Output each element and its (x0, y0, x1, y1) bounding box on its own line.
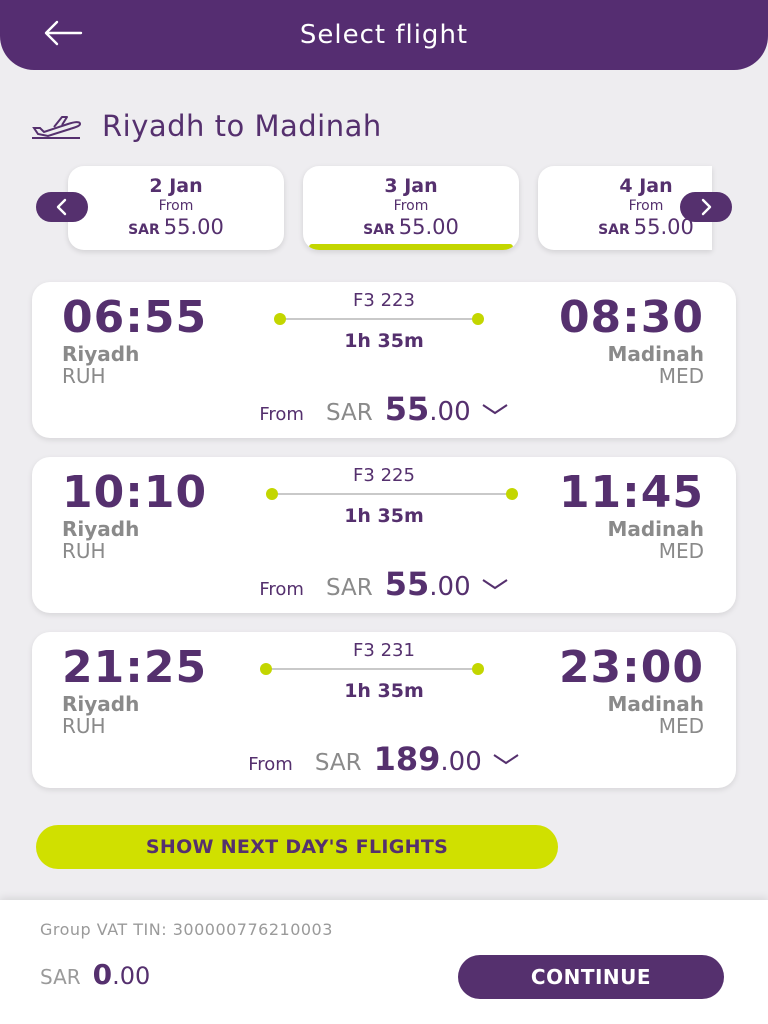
flight-card[interactable]: 10:10 F3 225 1h 35m 11:45 Riyadh RUH Mad… (32, 457, 736, 613)
fare-price[interactable]: From SAR 189 .00 (32, 740, 736, 778)
flight-card[interactable]: 06:55 F3 223 1h 35m 08:30 Riyadh RUH Mad… (32, 282, 736, 438)
date-tab[interactable]: 2 Jan From SAR 55.00 (68, 166, 284, 250)
fare-from-label: From (259, 404, 304, 425)
arrival-city: Madinah (607, 517, 704, 541)
date-tab-price: SAR 55.00 (128, 215, 224, 239)
total-decimals: .00 (112, 962, 151, 990)
arrival-time: 23:00 (558, 642, 704, 693)
chevron-down-icon (493, 754, 519, 765)
departure-city: Riyadh (62, 342, 140, 366)
route-line (272, 668, 472, 670)
route-text: Riyadh to Madinah (102, 109, 382, 143)
chevron-down-icon (482, 579, 508, 590)
arrow-left-icon (44, 20, 83, 46)
date-tab-price: SAR 55.00 (363, 215, 459, 239)
fare-decimals: .00 (440, 747, 482, 777)
departure-code: RUH (62, 364, 106, 388)
departure-code: RUH (62, 539, 106, 563)
route-line (286, 318, 472, 320)
route-start-dot (260, 663, 272, 675)
arrival-city: Madinah (607, 692, 704, 716)
app-header: Select flight (0, 0, 768, 70)
date-tab-date: 2 Jan (149, 175, 203, 197)
fare-amount: 55 (384, 565, 430, 603)
next-date-button[interactable] (680, 192, 732, 222)
arrival-code: MED (658, 364, 704, 388)
date-tab-date: 3 Jan (384, 175, 438, 197)
date-tab-from: From (158, 198, 194, 214)
footer-bar: Group VAT TIN: 300000776210003 SAR 0 .00… (0, 900, 768, 1024)
fare-amount: 189 (373, 740, 441, 778)
route-heading: Riyadh to Madinah (30, 104, 382, 148)
total-currency: SAR (40, 965, 81, 989)
fare-currency: SAR (325, 575, 373, 601)
date-tab-from: From (393, 198, 429, 214)
departure-city: Riyadh (62, 517, 140, 541)
date-selector: 2 Jan From SAR 55.00 3 Jan From SAR 55.00 … (0, 166, 768, 252)
total-amount: 0 (92, 958, 113, 991)
departure-code: RUH (62, 714, 106, 738)
airplane-takeoff-icon (32, 116, 82, 139)
route-start-dot (266, 488, 278, 500)
departure-city: Riyadh (62, 692, 140, 716)
chevron-right-icon (701, 198, 712, 216)
show-next-day-button[interactable]: SHOW NEXT DAY'S FLIGHTS (36, 825, 558, 869)
fare-currency: SAR (325, 400, 373, 426)
fare-from-label: From (259, 579, 304, 600)
arrival-code: MED (658, 539, 704, 563)
route-line (278, 493, 506, 495)
arrival-time: 11:45 (558, 467, 704, 518)
arrival-city: Madinah (607, 342, 704, 366)
arrival-time: 08:30 (558, 292, 704, 343)
vat-tin: Group VAT TIN: 300000776210003 (40, 920, 333, 939)
total-price: SAR 0 .00 (40, 958, 150, 991)
flight-card[interactable]: 21:25 F3 231 1h 35m 23:00 Riyadh RUH Mad… (32, 632, 736, 788)
arrival-code: MED (658, 714, 704, 738)
fare-currency: SAR (314, 750, 362, 776)
route-start-dot (274, 313, 286, 325)
fare-from-label: From (248, 754, 293, 775)
route-end-dot (472, 663, 484, 675)
fare-decimals: .00 (429, 397, 471, 427)
chevron-down-icon (482, 404, 508, 415)
chevron-left-icon (56, 198, 67, 216)
continue-button[interactable]: CONTINUE (458, 955, 724, 999)
route-end-dot (506, 488, 518, 500)
fare-decimals: .00 (429, 572, 471, 602)
page-title: Select flight (299, 20, 469, 50)
fare-amount: 55 (384, 390, 430, 428)
prev-date-button[interactable] (36, 192, 88, 222)
route-end-dot (472, 313, 484, 325)
date-tab-selected[interactable]: 3 Jan From SAR 55.00 (303, 166, 519, 250)
back-button[interactable] (40, 16, 86, 50)
fare-price[interactable]: From SAR 55 .00 (32, 565, 736, 603)
fare-price[interactable]: From SAR 55 .00 (32, 390, 736, 428)
